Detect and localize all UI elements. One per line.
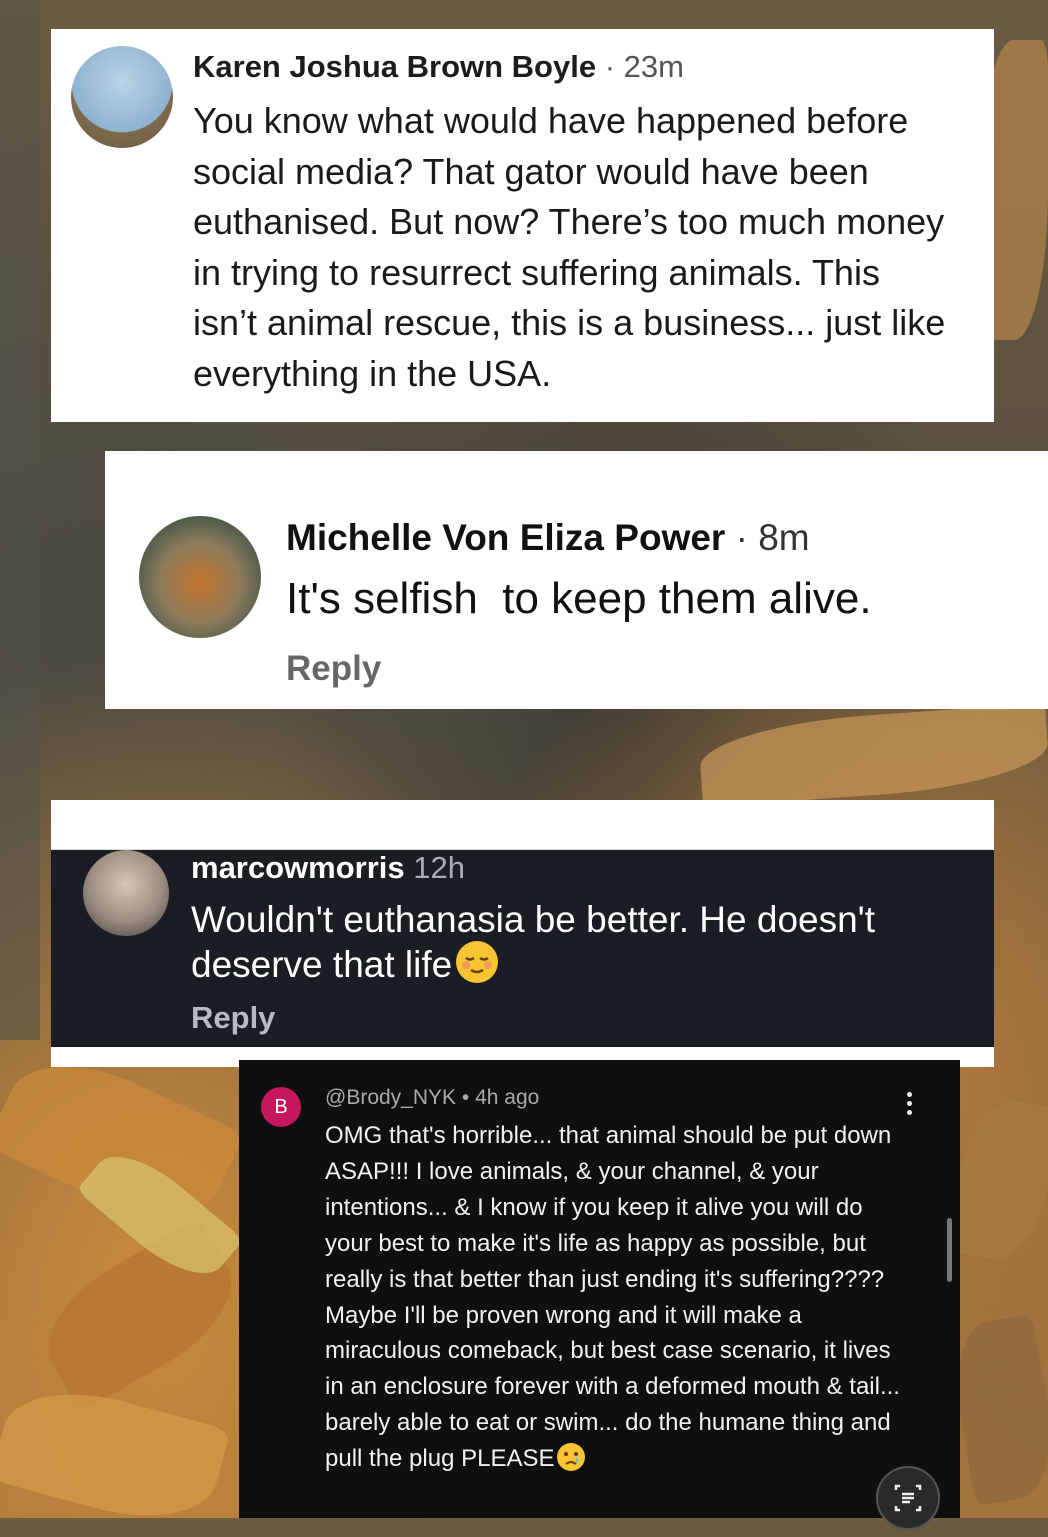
comment-author[interactable]: marcowmorris: [191, 850, 405, 885]
comment-text-content: Wouldn't euthanasia be better. He doesn'…: [191, 899, 876, 985]
scrollbar[interactable]: [947, 1218, 952, 1282]
comment-text: OMG that's horrible... that animal shoul…: [325, 1118, 915, 1477]
avatar[interactable]: [139, 516, 261, 638]
comment-header: marcowmorris 12h: [191, 850, 465, 886]
avatar[interactable]: [71, 46, 173, 148]
background-leaf: [697, 702, 1048, 808]
comment-text: It's selfish to keep them alive.: [286, 574, 872, 623]
background-leaf: [945, 1313, 1048, 1507]
background-leaf: [946, 1093, 1048, 1267]
reply-button[interactable]: Reply: [286, 649, 381, 689]
crying-face-emoji: [556, 1443, 585, 1472]
avatar[interactable]: [83, 850, 169, 936]
comment-header: @Brody_NYK • 4h ago: [325, 1086, 539, 1110]
comment-separator: ·: [596, 49, 624, 84]
comment-separator: •: [456, 1086, 476, 1109]
comment-card: Karen Joshua Brown Boyle · 23m You know …: [51, 29, 994, 422]
reply-button[interactable]: Reply: [191, 1000, 275, 1036]
comment-text: Wouldn't euthanasia be better. He doesn'…: [191, 898, 971, 986]
more-options-icon[interactable]: [905, 1092, 913, 1118]
comment-author[interactable]: Karen Joshua Brown Boyle: [193, 49, 596, 84]
card-divider: [51, 800, 994, 850]
scan-text-icon[interactable]: [876, 1466, 940, 1530]
comment-text: You know what would have happened before…: [193, 100, 946, 394]
comment-time: 8m: [758, 517, 810, 558]
background-leaf: [0, 1373, 231, 1537]
comment-author[interactable]: Michelle Von Eliza Power: [286, 517, 725, 558]
comment-header: Michelle Von Eliza Power · 8m: [286, 517, 810, 559]
comment-card: marcowmorris 12h Wouldn't euthanasia be …: [51, 850, 994, 1047]
comment-card: Michelle Von Eliza Power · 8m It's selfi…: [105, 451, 1048, 709]
background-leaf: [0, 0, 40, 1040]
relieved-face-emoji: [456, 941, 499, 983]
comment-header: Karen Joshua Brown Boyle · 23m: [193, 49, 684, 85]
comment-card: B @Brody_NYK • 4h ago OMG that's horribl…: [239, 1060, 960, 1530]
comment-time: 12h: [413, 850, 465, 885]
comment-time: 4h ago: [475, 1086, 540, 1109]
comment-text-content: OMG that's horrible... that animal shoul…: [325, 1122, 900, 1473]
comment-separator: ·: [725, 517, 759, 558]
comment-author[interactable]: @Brody_NYK: [325, 1086, 456, 1109]
avatar[interactable]: B: [261, 1087, 301, 1127]
comment-time: 23m: [623, 49, 684, 84]
